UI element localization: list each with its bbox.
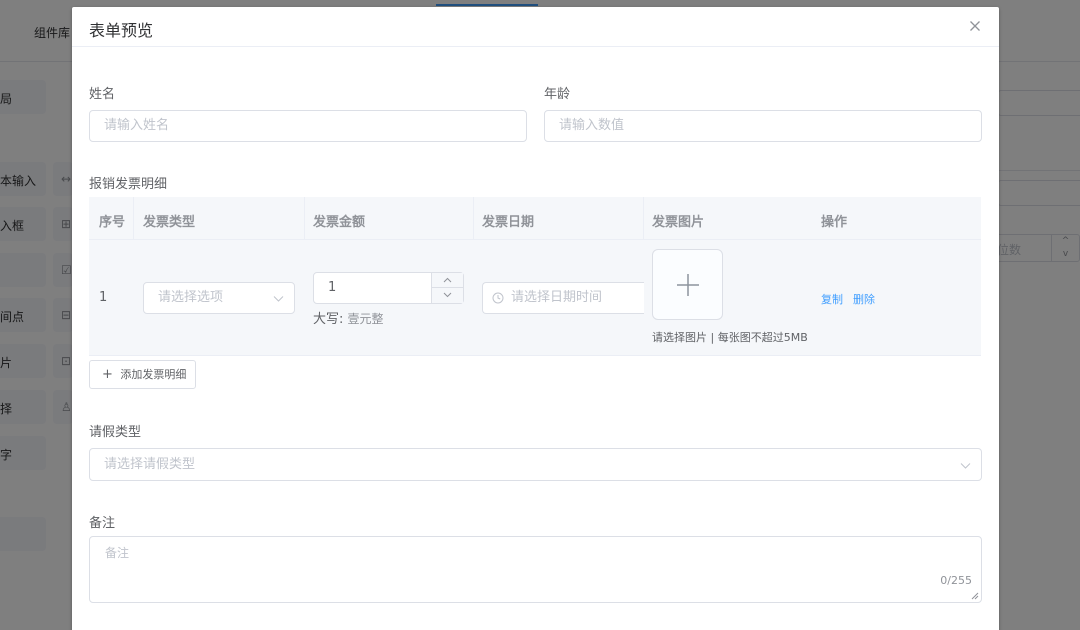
add-invoice-button[interactable]: + 添加发票明细 [89, 360, 196, 389]
leave-type-select[interactable]: 请选择请假类型 [89, 448, 982, 481]
invoice-amount-stepper[interactable]: 1 [313, 272, 464, 304]
plus-icon [677, 274, 699, 296]
dialog-title: 表单预览 [89, 21, 154, 40]
name-label: 姓名 [89, 87, 116, 102]
age-label: 年龄 [544, 87, 571, 102]
form-preview-dialog: 表单预览 姓名 请输入姓名 年龄 请输入数值 报销发票明细 序号 发票类型 发票… [72, 7, 999, 630]
add-invoice-label: 添加发票明细 [120, 368, 187, 381]
table-row: 1 请选择选项 1 大写: 壹元整 请选择日期时间 请选择图片 | 每张图不超过… [89, 240, 981, 356]
invoice-type-placeholder: 请选择选项 [158, 290, 224, 305]
leave-type-label: 请假类型 [89, 425, 142, 440]
column-header-image: 发票图片 [652, 215, 705, 230]
amount-uppercase-value: 壹元整 [347, 312, 384, 326]
close-icon[interactable] [967, 18, 983, 34]
invoice-date-placeholder: 请选择日期时间 [511, 290, 603, 305]
amount-uppercase: 大写: 壹元整 [313, 308, 384, 327]
invoice-date-picker[interactable]: 请选择日期时间 [482, 282, 644, 314]
invoice-amount-value: 1 [328, 280, 337, 295]
column-header-date: 发票日期 [482, 215, 535, 230]
leave-type-placeholder: 请选择请假类型 [104, 457, 196, 472]
dialog-header: 表单预览 [72, 7, 999, 47]
remark-textarea[interactable]: 备注 0/255 [89, 536, 982, 603]
copy-row-link[interactable]: 复制 [821, 291, 843, 307]
stepper-controls [431, 273, 463, 303]
row-index: 1 [99, 290, 108, 305]
invoice-label: 报销发票明细 [89, 177, 168, 192]
remark-char-count: 0/255 [940, 574, 972, 587]
clock-icon [492, 292, 504, 304]
increase-button[interactable] [432, 273, 463, 288]
plus-icon: + [102, 367, 113, 382]
age-input[interactable]: 请输入数值 [544, 110, 982, 142]
invoice-table-header: 序号 发票类型 发票金额 发票日期 发票图片 操作 [89, 197, 981, 240]
name-input[interactable]: 请输入姓名 [89, 110, 527, 142]
amount-uppercase-label: 大写: [313, 312, 344, 327]
column-header-actions: 操作 [821, 215, 848, 230]
chevron-down-icon [443, 292, 452, 298]
image-upload-button[interactable] [652, 249, 723, 320]
invoice-type-select[interactable]: 请选择选项 [143, 282, 295, 314]
image-upload-tip: 请选择图片 | 每张图不超过5MB [652, 331, 808, 344]
column-header-amount: 发票金额 [313, 215, 366, 230]
column-header-type: 发票类型 [143, 215, 196, 230]
invoice-table: 序号 发票类型 发票金额 发票日期 发票图片 操作 1 请选择选项 1 大写: … [89, 197, 981, 356]
chevron-up-icon [443, 277, 452, 283]
close-icon-glyph [970, 21, 980, 31]
column-header-index: 序号 [99, 215, 126, 230]
decrease-button[interactable] [432, 288, 463, 303]
remark-label: 备注 [89, 516, 116, 531]
chevron-down-icon [960, 463, 971, 469]
delete-row-link[interactable]: 删除 [853, 291, 875, 307]
chevron-down-icon [273, 296, 284, 302]
remark-placeholder: 备注 [105, 546, 130, 560]
resize-handle-icon[interactable] [971, 592, 979, 600]
